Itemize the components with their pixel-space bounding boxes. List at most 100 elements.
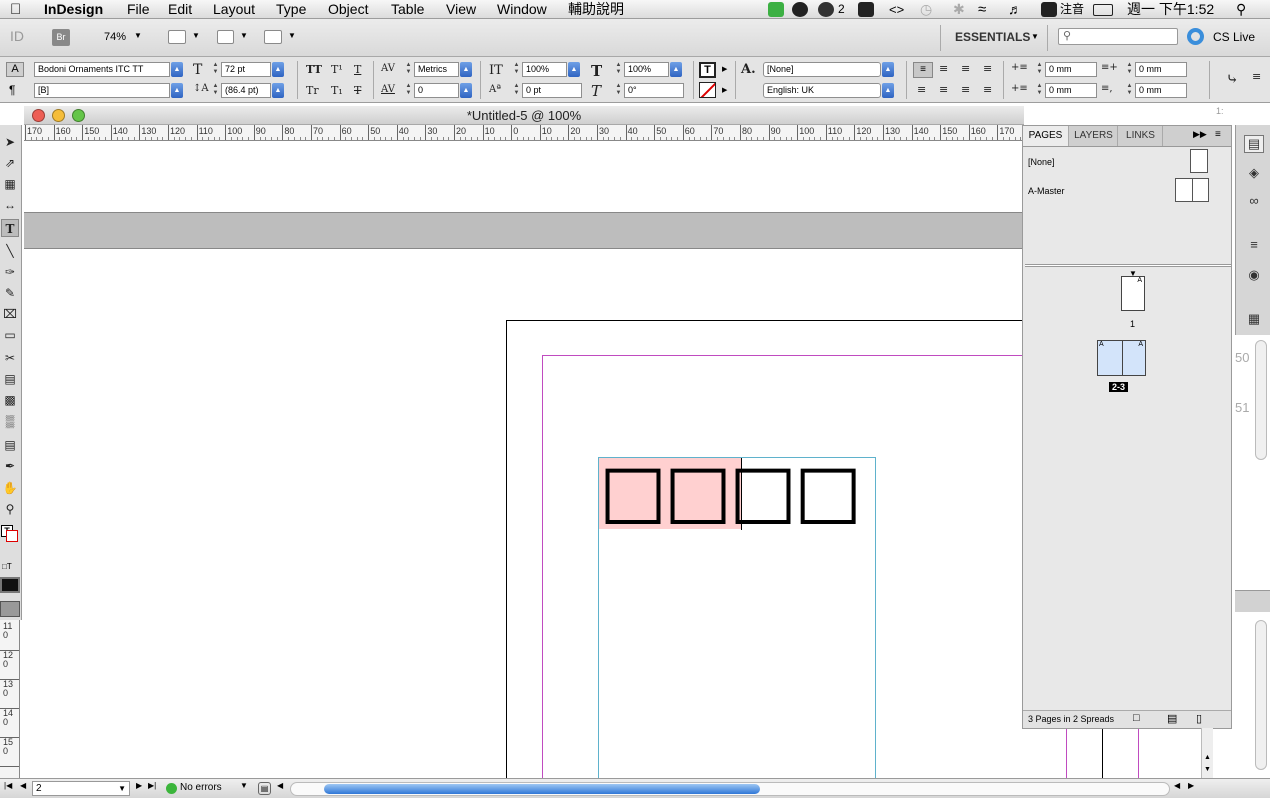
- next-page-icon[interactable]: ▶: [136, 781, 142, 790]
- cs-live-button[interactable]: CS Live: [1213, 30, 1255, 44]
- character-style-field[interactable]: [None]: [763, 62, 881, 77]
- gradient-swatch-tool-icon[interactable]: ▩: [1, 391, 19, 409]
- previous-page-icon[interactable]: ◀: [20, 781, 26, 790]
- vertical-scrollbar[interactable]: ▲ ▼: [1201, 728, 1213, 778]
- preflight-dropdown-icon[interactable]: ▼: [240, 781, 248, 790]
- zoom-window-button[interactable]: [72, 109, 85, 122]
- line-app-icon[interactable]: [768, 2, 784, 17]
- selection-tool-icon[interactable]: ➤: [1, 133, 19, 151]
- time-machine-icon[interactable]: ◷: [920, 0, 932, 19]
- tracking-dropdown-icon[interactable]: ▲: [460, 83, 472, 98]
- scroll-down-icon[interactable]: ▼: [1204, 766, 1211, 773]
- status-check-icon[interactable]: [792, 2, 808, 17]
- type-tool-icon[interactable]: T: [1, 219, 19, 237]
- rectangle-tool-icon[interactable]: ▭: [1, 326, 19, 344]
- close-window-button[interactable]: [32, 109, 45, 122]
- tab-links[interactable]: LINKS: [1119, 126, 1163, 146]
- zoom-tool-icon[interactable]: ⚲: [1, 500, 19, 518]
- justify-away-spine-icon[interactable]: ≡: [983, 83, 992, 96]
- character-style-dropdown-icon[interactable]: ▲: [882, 62, 894, 77]
- underline-icon[interactable]: T: [354, 63, 361, 76]
- font-style-dropdown-icon[interactable]: ▲: [171, 83, 183, 98]
- zoom-dropdown-icon[interactable]: ▼: [134, 31, 142, 40]
- font-size-dropdown-icon[interactable]: ▲: [272, 62, 284, 77]
- vertical-scale-field[interactable]: 100%: [522, 62, 567, 77]
- skew-stepper[interactable]: ▲ ▼: [614, 83, 623, 98]
- align-towards-spine-icon[interactable]: ≡: [983, 62, 992, 75]
- swatches-panel-icon[interactable]: ◉: [1244, 267, 1264, 285]
- open-file-icon[interactable]: ▤: [258, 782, 271, 795]
- language-field[interactable]: English: UK: [763, 83, 881, 98]
- fill-swatch-arrow-icon[interactable]: ▶: [722, 65, 727, 73]
- font-family-field[interactable]: Bodoni Ornaments ITC TT: [34, 62, 170, 77]
- stroke-swatch-icon[interactable]: [6, 530, 18, 542]
- horizontal-scale-stepper[interactable]: ▲ ▼: [614, 62, 623, 77]
- arrange-dropdown-icon[interactable]: ▼: [288, 31, 296, 40]
- vertical-ruler[interactable]: 110 120 130 140 150: [0, 620, 20, 780]
- gap-tool-icon[interactable]: ↔: [1, 196, 19, 214]
- left-indent-stepper[interactable]: ▲ ▼: [1035, 62, 1044, 77]
- menu-file[interactable]: File: [127, 0, 150, 19]
- bridge-button[interactable]: Br: [52, 29, 70, 46]
- apple-menu-icon[interactable]: : [10, 0, 21, 19]
- language-dropdown-icon[interactable]: ▲: [882, 83, 894, 98]
- input-method-label[interactable]: 注音: [1060, 0, 1084, 19]
- clock[interactable]: 週一 下午1:52: [1127, 0, 1214, 19]
- spread-2-3-thumbnail[interactable]: A A: [1097, 340, 1146, 376]
- menu-layout[interactable]: Layout: [213, 0, 255, 19]
- subscript-icon[interactable]: T₁: [331, 84, 343, 97]
- pen-tool-icon[interactable]: ✑: [1, 263, 19, 281]
- superscript-icon[interactable]: T¹: [331, 63, 343, 76]
- paragraph-controls-icon[interactable]: ¶: [9, 83, 15, 97]
- character-controls-icon[interactable]: A: [6, 62, 24, 77]
- menu-object[interactable]: Object: [328, 0, 368, 19]
- font-size-field[interactable]: 72 pt: [221, 62, 271, 77]
- links-panel-icon[interactable]: ∞: [1244, 193, 1264, 211]
- app-menu[interactable]: InDesign: [44, 0, 103, 19]
- leading-dropdown-icon[interactable]: ▲: [272, 83, 284, 98]
- kerning-dropdown-icon[interactable]: ▲: [460, 62, 472, 77]
- scroll-right-icon[interactable]: ▶: [1188, 781, 1194, 790]
- view-options-icon[interactable]: [168, 30, 186, 44]
- font-size-stepper[interactable]: ▲ ▼: [211, 62, 220, 77]
- stroke-swatch-arrow-icon[interactable]: ▶: [722, 86, 727, 94]
- first-line-indent-stepper[interactable]: ▲ ▼: [1035, 83, 1044, 98]
- workspace-switcher[interactable]: ESSENTIALS: [955, 30, 1030, 44]
- screen-mode-dropdown-icon[interactable]: ▼: [240, 31, 248, 40]
- page-1-thumbnail[interactable]: A: [1121, 276, 1145, 311]
- align-right-icon[interactable]: ≡: [961, 62, 970, 75]
- justify-center-icon[interactable]: ≡: [939, 83, 948, 96]
- font-family-dropdown-icon[interactable]: ▲: [171, 62, 183, 77]
- font-style-field[interactable]: [B]: [34, 83, 170, 98]
- help-search-input[interactable]: ⚲: [1058, 28, 1178, 45]
- menu-window[interactable]: Window: [497, 0, 547, 19]
- preview-mode-icon[interactable]: [0, 601, 20, 617]
- input-method-icon[interactable]: [1041, 2, 1057, 17]
- master-none-thumbnail[interactable]: [1190, 149, 1208, 173]
- align-center-icon[interactable]: ≡: [939, 62, 948, 75]
- battery-icon[interactable]: [1093, 4, 1113, 16]
- leading-field[interactable]: (86.4 pt): [221, 83, 271, 98]
- tab-pages[interactable]: PAGES: [1023, 126, 1069, 146]
- arrange-documents-icon[interactable]: [264, 30, 282, 44]
- page-number-field[interactable]: 2 ▼: [32, 781, 130, 796]
- last-page-icon[interactable]: ▶|: [148, 781, 156, 790]
- vertical-scale-stepper[interactable]: ▲ ▼: [512, 62, 521, 77]
- skew-field[interactable]: 0°: [624, 83, 684, 98]
- hand-tool-icon[interactable]: ✋: [1, 479, 19, 497]
- formatting-affects-icon[interactable]: □T: [2, 562, 12, 571]
- baseline-shift-field[interactable]: 0 pt: [522, 83, 582, 98]
- document-canvas[interactable]: □□□□: [24, 142, 1022, 778]
- master-none-label[interactable]: [None]: [1028, 157, 1055, 167]
- volume-icon[interactable]: ♬: [1008, 0, 1022, 19]
- justify-left-icon[interactable]: ≡: [917, 83, 926, 96]
- vertical-scale-dropdown-icon[interactable]: ▲: [568, 62, 580, 77]
- horizontal-scale-field[interactable]: 100%: [624, 62, 669, 77]
- last-line-indent-field[interactable]: 0 mm: [1135, 83, 1187, 98]
- panel-splitter[interactable]: [1025, 264, 1231, 267]
- user-status-icon[interactable]: [818, 2, 834, 17]
- leading-stepper[interactable]: ▲ ▼: [211, 83, 220, 98]
- code-icon[interactable]: <>: [889, 0, 904, 19]
- justify-all-icon[interactable]: ≡: [961, 83, 970, 96]
- pages-panel-icon[interactable]: ▤: [1244, 135, 1264, 153]
